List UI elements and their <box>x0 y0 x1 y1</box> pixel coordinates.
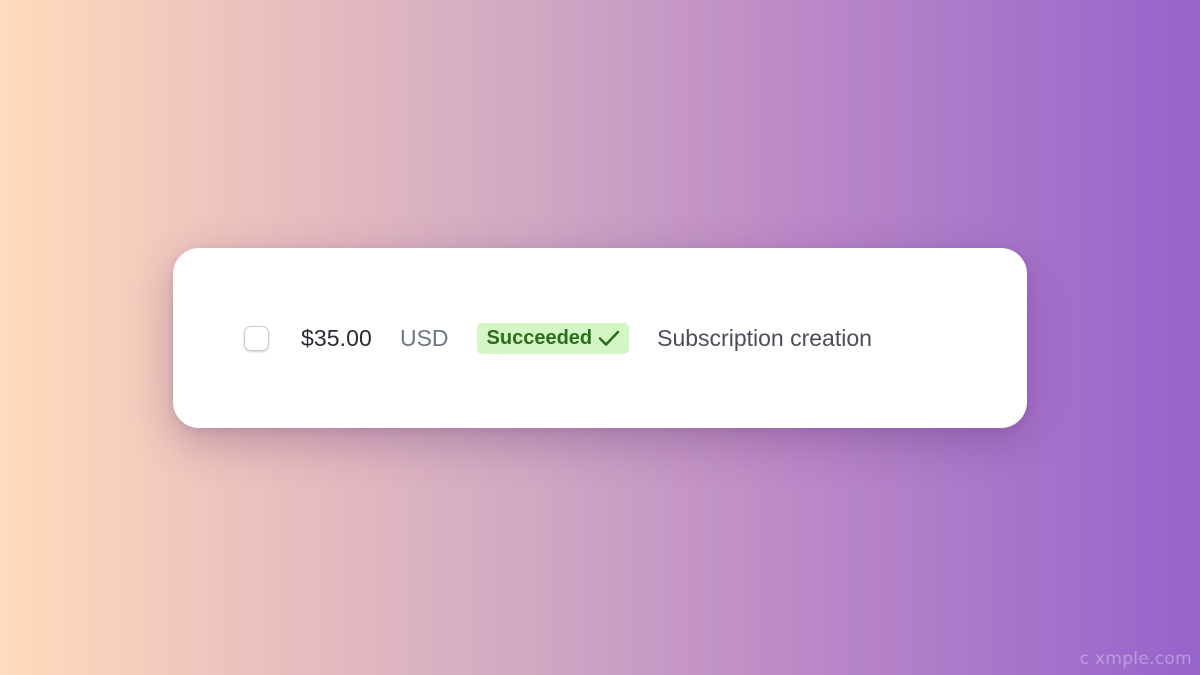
status-badge: Succeeded <box>476 322 630 354</box>
payment-description: Subscription creation <box>657 324 872 351</box>
checkmark-icon <box>598 329 620 347</box>
payment-amount: $35.00 <box>301 324 372 351</box>
watermark: c xmple.com <box>1079 649 1192 669</box>
payment-currency: USD <box>399 324 449 351</box>
payment-row[interactable]: $35.00 USD Succeeded Subscription creati… <box>244 322 872 354</box>
payment-card: $35.00 USD Succeeded Subscription creati… <box>173 248 1027 428</box>
status-badge-label: Succeeded <box>486 326 593 349</box>
page-background: { "payment_row": { "amount": "$35.00", "… <box>0 0 1200 675</box>
select-checkbox[interactable] <box>244 325 269 351</box>
